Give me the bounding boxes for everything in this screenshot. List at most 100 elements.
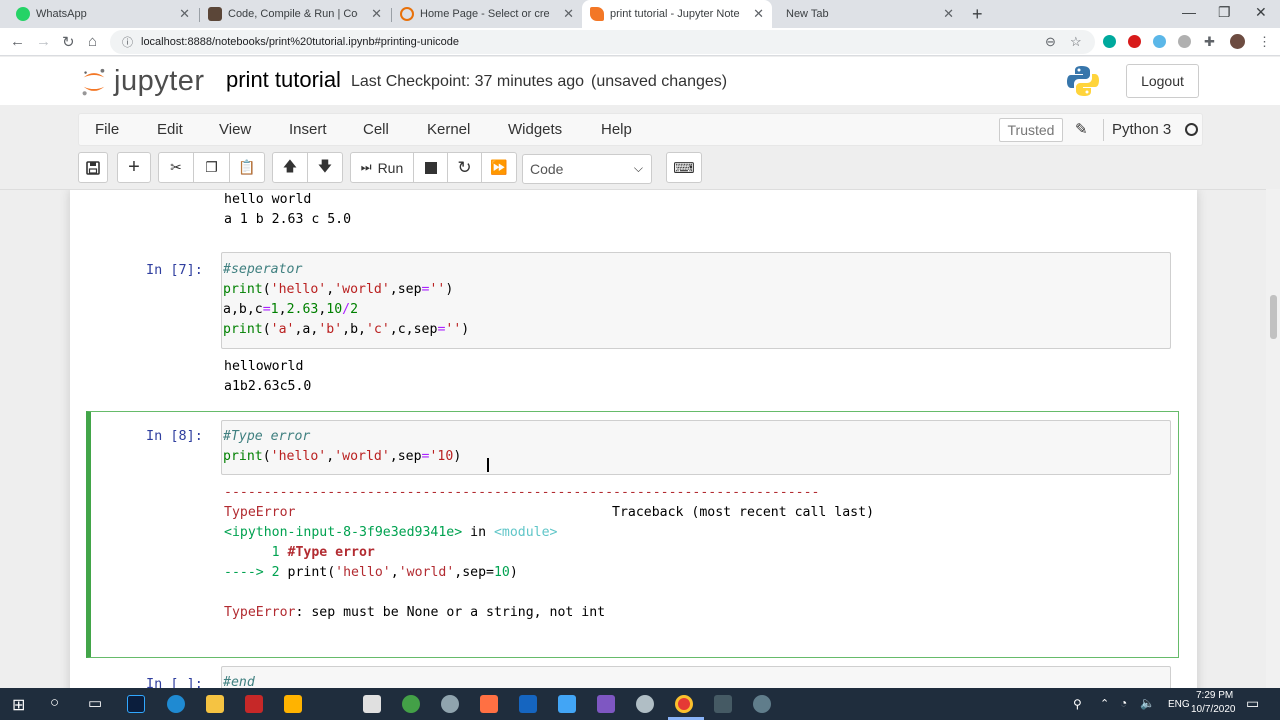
logout-button[interactable]: Logout [1126, 64, 1199, 98]
traceback-line: ----> 2 print('hello','world',sep=10) [224, 563, 518, 583]
address-bar[interactable]: ⓘ localhost:8888/notebooks/print%20tutor… [110, 30, 1095, 54]
edge-icon[interactable] [167, 695, 185, 713]
app-icon[interactable] [753, 695, 771, 713]
new-tab-icon[interactable]: + [972, 4, 983, 25]
app-icon[interactable] [245, 695, 263, 713]
scrollbar-thumb[interactable] [1270, 295, 1277, 339]
extension-icon[interactable] [1103, 35, 1116, 48]
clock-time[interactable]: 7:29 PM [1196, 690, 1233, 701]
photoshop-icon[interactable] [127, 695, 145, 713]
forward-arrow-icon[interactable]: → [36, 33, 51, 50]
tab-title: WhatsApp [36, 8, 87, 20]
clock-date[interactable]: 10/7/2020 [1191, 704, 1236, 715]
document-icon[interactable] [363, 695, 381, 713]
reload-icon[interactable]: ↻ [62, 33, 75, 51]
chrome-icon[interactable] [675, 695, 693, 713]
codechef-icon [208, 7, 222, 21]
move-down-button[interactable]: 🡇 [307, 152, 343, 183]
trusted-badge[interactable]: Trusted [999, 118, 1063, 142]
task-view-icon[interactable]: ▭ [88, 694, 102, 712]
info-icon[interactable]: ⓘ [122, 34, 133, 50]
code-line: #end [223, 675, 255, 688]
kernel-idle-icon [1185, 123, 1198, 136]
save-button[interactable] [78, 152, 108, 183]
app-icon[interactable] [597, 695, 615, 713]
tab-title: print tutorial - Jupyter Notebook [610, 8, 740, 20]
cell-prompt: In [8]: [146, 428, 203, 444]
app-icon[interactable] [636, 695, 654, 713]
menu-widgets[interactable]: Widgets [508, 121, 562, 138]
interrupt-button[interactable] [413, 152, 448, 183]
scissors-icon: ✂ [170, 159, 182, 175]
extension-icon[interactable] [1153, 35, 1166, 48]
chevron-up-icon[interactable]: ⌃ [1100, 697, 1109, 710]
jupyter-logo[interactable]: jupyter [80, 65, 205, 98]
close-icon[interactable]: ✕ [179, 6, 190, 22]
file-explorer-icon[interactable] [206, 695, 224, 713]
menu-insert[interactable]: Insert [289, 121, 327, 138]
pencil-icon[interactable]: ✎ [1075, 120, 1088, 138]
puzzle-icon[interactable]: ✚ [1204, 34, 1215, 50]
menu-help[interactable]: Help [601, 121, 632, 138]
page-scrollbar[interactable] [1266, 189, 1280, 688]
tab-jupyter[interactable]: print tutorial - Jupyter Notebook ✕ [582, 0, 772, 28]
mouse-cursor [487, 458, 489, 472]
back-arrow-icon[interactable]: ← [10, 33, 25, 50]
minimize-icon[interactable]: — [1182, 4, 1196, 20]
store-icon[interactable] [284, 695, 302, 713]
app-icon[interactable] [441, 695, 459, 713]
window-close-icon[interactable]: ✕ [1255, 4, 1267, 21]
bookmark-icon [590, 7, 604, 21]
home-icon[interactable]: ⌂ [88, 33, 97, 50]
menu-view[interactable]: View [219, 121, 251, 138]
command-palette-button[interactable]: ⌨ [666, 152, 702, 183]
copy-button[interactable]: ❐ [193, 152, 230, 183]
language-indicator[interactable]: ENG [1168, 699, 1190, 710]
output-line: hello world [224, 192, 312, 207]
person-icon[interactable]: ⚲ [1073, 697, 1082, 711]
wifi-icon[interactable]: ◔ [1120, 696, 1127, 710]
menu-edit[interactable]: Edit [157, 121, 183, 138]
extension-icon[interactable] [1178, 35, 1191, 48]
run-button[interactable]: ⏭ Run [350, 152, 414, 183]
notification-icon[interactable]: ▭ [1246, 695, 1259, 712]
volume-icon[interactable]: 🔈 [1140, 696, 1155, 710]
fast-forward-icon: ⏩ [490, 159, 508, 175]
close-icon[interactable]: ✕ [943, 6, 954, 22]
app-icon[interactable] [714, 695, 732, 713]
close-icon[interactable]: ✕ [371, 6, 382, 22]
tab-new-tab[interactable]: New Tab ✕ [772, 0, 962, 28]
code-input[interactable] [221, 666, 1171, 688]
cut-button[interactable]: ✂ [158, 152, 194, 183]
move-up-button[interactable]: 🡅 [272, 152, 308, 183]
restart-run-all-button[interactable]: ⏩ [481, 152, 517, 183]
cell-prompt: In [ ]: [146, 676, 203, 688]
app-icon[interactable] [519, 695, 537, 713]
extension-icon[interactable] [1128, 35, 1141, 48]
whatsapp-icon [16, 7, 30, 21]
star-icon[interactable]: ☆ [1070, 34, 1082, 50]
mail-icon[interactable] [558, 695, 576, 713]
menu-file[interactable]: File [95, 121, 119, 138]
windows-start-icon[interactable]: ⊞ [12, 695, 25, 715]
restart-button[interactable]: ↻ [447, 152, 482, 183]
close-icon[interactable]: ✕ [753, 6, 764, 22]
tab-codechef[interactable]: Code, Compile & Run | CodeChef ✕ [200, 0, 390, 28]
menu-kernel[interactable]: Kernel [427, 121, 470, 138]
notebook-title[interactable]: print tutorial [226, 67, 341, 93]
cell-type-select[interactable]: Code ⌵ [522, 154, 652, 184]
menu-dots-icon[interactable]: ⋮ [1258, 34, 1271, 50]
profile-avatar[interactable] [1230, 34, 1245, 49]
upwork-icon[interactable] [402, 695, 420, 713]
app-icon[interactable] [480, 695, 498, 713]
autosave-status: (unsaved changes) [591, 73, 728, 90]
tab-home-page[interactable]: Home Page - Select or create a n ✕ [392, 0, 582, 28]
close-icon[interactable]: ✕ [563, 6, 574, 22]
search-icon[interactable]: ○ [50, 694, 59, 711]
menu-cell[interactable]: Cell [363, 121, 389, 138]
restore-icon[interactable]: ❐ [1218, 4, 1231, 21]
tab-whatsapp[interactable]: WhatsApp ✕ [8, 0, 198, 28]
zoom-icon[interactable]: ⊖ [1045, 34, 1056, 50]
paste-button[interactable]: 📋 [229, 152, 265, 183]
insert-cell-button[interactable]: + [117, 152, 151, 183]
